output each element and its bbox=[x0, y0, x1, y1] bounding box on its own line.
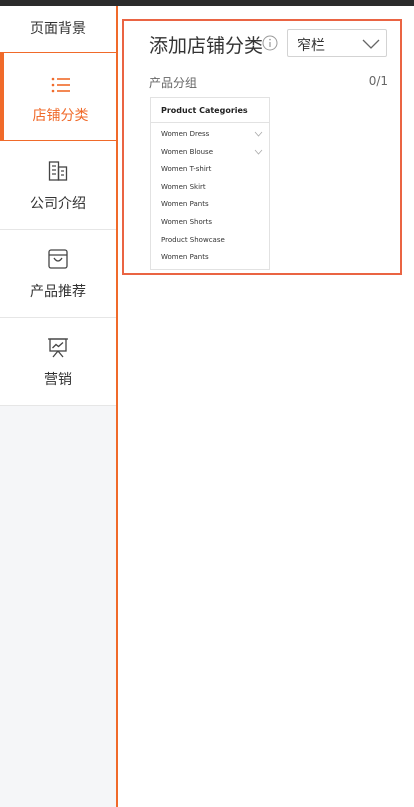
sidebar-item-label: 公司介绍 bbox=[30, 196, 86, 212]
category-item-label: Women T-shirt bbox=[161, 165, 212, 174]
category-item: Women Skirt bbox=[151, 179, 269, 197]
sidebar-item-product-recommend[interactable]: 产品推荐 bbox=[0, 230, 117, 318]
category-item-label: Women Shorts bbox=[161, 217, 213, 226]
product-group-label: 产品分组 bbox=[149, 76, 198, 90]
sidebar-item-company-intro[interactable]: 公司介绍 bbox=[0, 141, 117, 230]
category-preview[interactable]: Product Categories Women Dress Women Blo… bbox=[150, 97, 270, 270]
category-item-label: Women Dress bbox=[161, 130, 210, 138]
sidebar-divider bbox=[116, 6, 118, 807]
category-item: Women Pants bbox=[151, 249, 269, 267]
product-group-count: 0/1 bbox=[368, 74, 388, 88]
building-icon bbox=[48, 161, 68, 181]
sidebar-item-label: 产品推荐 bbox=[30, 284, 86, 300]
preview-title: Product Categories bbox=[151, 98, 269, 123]
sidebar-item-marketing[interactable]: 营销 bbox=[0, 318, 117, 406]
category-item-label: Product Showcase bbox=[161, 235, 225, 244]
category-item-label: Women Blouse bbox=[161, 147, 214, 156]
category-list: Women Dress Women Blouse Women T-shirt W… bbox=[151, 123, 269, 267]
chevron-down-icon bbox=[254, 131, 263, 137]
category-item: Product Showcase bbox=[151, 232, 269, 250]
chevron-down-icon bbox=[254, 149, 263, 155]
category-item-label: Women Skirt bbox=[161, 182, 206, 191]
sidebar-item-label: 营销 bbox=[44, 372, 72, 388]
store-category-panel: 添加店铺分类 窄栏 产品分组 0/1 Product Categories Wo… bbox=[122, 19, 402, 275]
category-item: Women Dress bbox=[151, 126, 269, 144]
list-icon bbox=[51, 77, 70, 93]
chevron-down-icon bbox=[362, 39, 380, 49]
category-item: Women Pants bbox=[151, 196, 269, 214]
shopping-bag-icon bbox=[48, 249, 68, 269]
sidebar-item-label: 页面背景 bbox=[30, 21, 86, 37]
category-item: Women Shorts bbox=[151, 214, 269, 232]
category-item: Women T-shirt bbox=[151, 161, 269, 179]
sidebar: 页面背景 店铺分类 公司介绍 产品推荐 营销 bbox=[0, 6, 117, 807]
panel-title: 添加店铺分类 bbox=[149, 35, 264, 57]
layout-select-value: 窄栏 bbox=[297, 38, 325, 54]
category-item-label: Women Pants bbox=[161, 253, 209, 262]
info-icon[interactable] bbox=[262, 35, 278, 51]
sidebar-item-page-background[interactable]: 页面背景 bbox=[0, 6, 117, 53]
presentation-board-icon bbox=[48, 338, 68, 358]
sidebar-item-store-categories[interactable]: 店铺分类 bbox=[0, 53, 117, 141]
layout-select[interactable]: 窄栏 bbox=[287, 29, 387, 57]
category-item-label: Women Pants bbox=[161, 200, 209, 209]
category-item: Women Blouse bbox=[151, 144, 269, 162]
sidebar-item-label: 店铺分类 bbox=[32, 108, 89, 124]
